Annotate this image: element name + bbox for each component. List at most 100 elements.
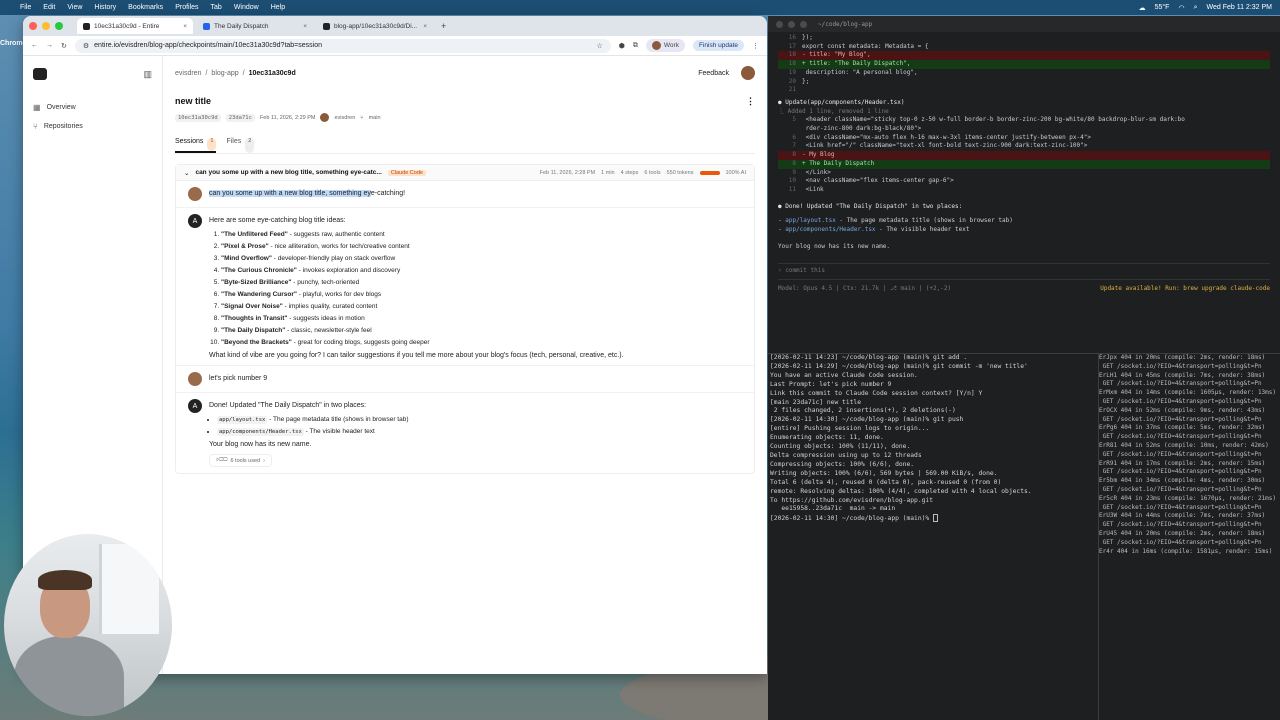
browser-tab-github[interactable]: blog-app/10ec31a30c9d/Di... × <box>317 18 433 34</box>
menu-view[interactable]: View <box>67 4 82 11</box>
clock[interactable]: Wed Feb 11 2:32 PM <box>1207 4 1273 11</box>
dev-server-log-pane[interactable]: ErJpx 404 in 20ms (compile: 2ms, render:… <box>1098 354 1280 720</box>
file-path: app/layout.tsx <box>217 416 268 424</box>
diff-line: 10 <nav className="flex items-center gap… <box>778 177 1270 186</box>
github-icon <box>323 22 330 30</box>
search-icon[interactable]: ⌕ <box>1194 4 1198 12</box>
message-body: Done! Updated "The Daily Dispatch" in tw… <box>209 399 409 467</box>
line-text: - My Blog <box>802 151 835 159</box>
bookmark-star-icon[interactable]: ☆ <box>597 42 603 50</box>
message-text[interactable]: e-catching! <box>371 190 405 197</box>
menu-edit[interactable]: Edit <box>43 4 55 11</box>
extensions-puzzle-icon[interactable]: ⧉ <box>633 42 638 50</box>
tab-files[interactable]: Files 2 <box>226 138 255 153</box>
line-number: 5 <box>792 116 796 124</box>
close-tab-icon[interactable]: × <box>183 23 187 30</box>
close-window-button[interactable] <box>29 22 37 30</box>
more-options-icon[interactable]: ⋮ <box>746 96 755 107</box>
claude-code-pane[interactable]: 16}); 17 export const metadata: Metadata =… <box>768 32 1280 352</box>
feedback-button[interactable]: Feedback <box>698 70 729 77</box>
line-number: 7 <box>792 142 796 150</box>
new-tab-icon[interactable]: + <box>437 21 450 31</box>
menu-file[interactable]: File <box>20 4 31 11</box>
sidebar-toggle-icon[interactable]: ▥ <box>143 69 152 80</box>
menu-help[interactable]: Help <box>271 4 285 11</box>
shell-line: [2026-02-11 14:23] ~/code/blog-app (main… <box>770 354 968 361</box>
ai-share-bar <box>699 170 720 175</box>
entire-logo-icon[interactable] <box>33 68 47 80</box>
sidebar-item-overview[interactable]: ▦ Overview <box>31 98 154 117</box>
sidebar-item-repositories[interactable]: ⑂ Repositories <box>31 117 154 136</box>
log-line: Er5bm 404 in 34ms (compile: 4ms, render:… <box>1099 477 1266 485</box>
session-date: Feb 11, 2026, 2:28 PM <box>539 169 596 176</box>
forward-icon[interactable]: → <box>46 42 53 49</box>
idea-title: "Beyond the Brackets" <box>221 339 292 346</box>
log-line: GET /socket.io/?EIO=4&transport=polling&… <box>1099 380 1262 388</box>
extension-icon[interactable]: ⬢ <box>619 42 625 50</box>
log-line: ErMxm 404 in 14ms (compile: 1605µs, rend… <box>1099 389 1277 397</box>
breadcrumb: evisdren / blog-app / 10ec31a30c9d Feedb… <box>175 56 755 90</box>
chevron-down-icon[interactable]: ⌄ <box>184 169 189 177</box>
close-tab-icon[interactable]: × <box>423 23 427 30</box>
finish-update-button[interactable]: Finish update <box>692 40 744 51</box>
list-item: "Signal Over Noise" - implies quality, c… <box>221 301 624 313</box>
session-header[interactable]: ⌄ can you some up with a new blog title,… <box>176 165 754 181</box>
list-item: "Beyond the Brackets" - great for coding… <box>221 337 624 349</box>
page-title-row: new title ⋮ <box>175 96 755 107</box>
selected-text[interactable]: can you some up with a new blog title, s… <box>209 190 371 197</box>
tools-used-label: 6 tools used <box>230 457 261 464</box>
shell-line: You have an active Claude Code session. <box>770 371 918 379</box>
menu-window[interactable]: Window <box>234 4 259 11</box>
log-line: GET /socket.io/?EIO=4&transport=polling&… <box>1099 415 1262 423</box>
shell-pane[interactable]: [2026-02-11 14:23] ~/code/blog-app (main… <box>768 354 1098 720</box>
shell-line: [2026-02-11 14:30] ~/code/blog-app (main… <box>770 416 964 424</box>
tools-used-button[interactable]: ⌕▢▢ 6 tools used › <box>209 454 272 467</box>
breadcrumb-repo[interactable]: blog-app <box>211 70 238 77</box>
prompt-input[interactable]: › commit this <box>778 263 1270 281</box>
checkpoint-id-chip[interactable]: 10ec31a30c9d <box>175 113 221 122</box>
browser-menu-icon[interactable]: ⋮ <box>752 42 759 50</box>
profile-work-button[interactable]: Work <box>645 39 685 52</box>
breadcrumb-separator: / <box>242 69 245 77</box>
reload-icon[interactable]: ↻ <box>61 42 67 50</box>
menu-tab[interactable]: Tab <box>211 4 222 11</box>
minimize-window-button[interactable] <box>788 20 795 28</box>
checkpoint-meta: 10ec31a30c9d 23da71c Feb 11, 2026, 2:29 … <box>175 113 755 122</box>
zoom-window-button[interactable] <box>800 20 807 28</box>
site-info-icon[interactable]: ⚙ <box>83 42 89 50</box>
shell-line: Link this commit to Claude Code session … <box>770 389 983 397</box>
menu-profiles[interactable]: Profiles <box>175 4 198 11</box>
weather-icon[interactable]: ☁ <box>1139 4 1146 12</box>
checkpoint-author: evisdren <box>334 114 356 121</box>
close-tab-icon[interactable]: × <box>303 23 307 30</box>
zoom-window-button[interactable] <box>55 22 63 30</box>
browser-tab-daily-dispatch[interactable]: The Daily Dispatch × <box>197 18 313 34</box>
line-number: 21 <box>788 86 796 94</box>
back-icon[interactable]: ← <box>31 42 38 49</box>
user-avatar[interactable] <box>741 66 755 80</box>
commit-chip[interactable]: 23da71c <box>225 113 255 122</box>
tab-sessions[interactable]: Sessions 1 <box>175 138 217 153</box>
user-avatar <box>188 372 202 386</box>
tools-icon: ⌕▢▢ <box>216 457 228 463</box>
weather-temp: 55°F <box>1154 4 1170 11</box>
menu-history[interactable]: History <box>94 4 116 11</box>
url-field[interactable]: ⚙ entire.io/evisdren/blog-app/checkpoint… <box>74 38 611 53</box>
session-stats: Feb 11, 2026, 2:28 PM 1 min 4 steps 6 to… <box>540 170 746 176</box>
diff-line: rder-zinc-800 dark:bg-black/80"> <box>778 125 1270 134</box>
breadcrumb-org[interactable]: evisdren <box>175 70 201 77</box>
line-number: 18 <box>788 51 796 59</box>
idea-title: "Byte-Sized Brilliance" <box>221 279 292 286</box>
shell-line: [main 23da71c] new title <box>770 398 861 406</box>
minimize-window-button[interactable] <box>42 22 50 30</box>
log-line: ErPg6 404 in 37ms (compile: 5ms, render:… <box>1099 424 1266 432</box>
browser-tab-entire[interactable]: 10ec31a30c9d - Entire × <box>77 18 193 34</box>
shell-line: [entire] Pushing session logs to origin.… <box>770 425 930 433</box>
menu-bookmarks[interactable]: Bookmarks <box>128 4 163 11</box>
close-window-button[interactable] <box>776 20 783 28</box>
wifi-icon[interactable]: ◠ <box>1178 4 1184 12</box>
line-text: </Link> <box>802 168 831 176</box>
log-line: ErOCX 404 in 52ms (compile: 9ms, render:… <box>1099 406 1266 414</box>
shell-line: remote: Resolving deltas: 100% (4/4), co… <box>770 487 1032 495</box>
idea-title: "The Unfiltered Feed" <box>221 231 288 238</box>
